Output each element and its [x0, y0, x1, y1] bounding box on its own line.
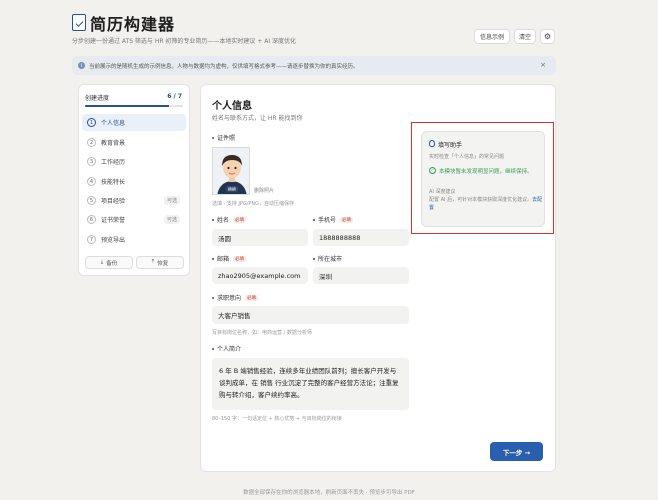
page-subtitle: 分步创建一份通过 ATS 筛选与 HR 初筛的专业简历——本地实时建议 + AI… [72, 38, 297, 45]
email-input[interactable]: zhao2905@example.com [212, 267, 308, 284]
footer-note: 数据全部保存在你的浏览器本地，刷新页面不丢失 · 预览步可导出 PDF [243, 490, 415, 496]
helper-title: 填写助手 [438, 142, 463, 149]
name-field-label: 姓名 必填 [212, 215, 247, 224]
backup-label: 备份 [106, 260, 118, 267]
next-step-button[interactable]: 下一步 → [490, 442, 543, 461]
id-photo[interactable]: 换换 [212, 147, 250, 195]
email-field-label: 邮箱 必填 [212, 254, 247, 263]
ai-suggestion-desc: 配置 AI 后，可针对本模块获取深度优化建议。去配置 [429, 196, 544, 212]
step-certificates[interactable]: 6 证书荣誉 可选 [82, 211, 186, 228]
delete-photo-link[interactable]: 删除照片 [254, 187, 274, 194]
bullet-dot [212, 347, 214, 350]
step-number: 7 [87, 235, 96, 244]
job-label-text: 求职意向 [217, 295, 242, 302]
section-subtitle: 姓名与联系方式，让 HR 能找到你 [212, 115, 303, 122]
name-label-text: 姓名 [217, 217, 230, 224]
bullet-dot [212, 218, 214, 221]
step-label: 教育背景 [101, 140, 126, 147]
bullet-dot [212, 296, 214, 299]
settings-button[interactable]: ⚙ [540, 29, 555, 44]
progress-title: 创建进度 [85, 95, 110, 102]
intro-hint: 80–150 字：一句话定位 + 核心优势 + 与目标岗位的衔接 [212, 416, 342, 422]
email-label-text: 邮箱 [217, 256, 230, 263]
bullet-dot [313, 218, 315, 221]
helper-ok-text: 本模块暂未发现明显问题，继续保持。 [439, 169, 533, 175]
step-number: 5 [87, 196, 96, 205]
photo-badge-text: 换换 [228, 186, 236, 192]
bullet-dot [212, 136, 214, 139]
job-intention-input[interactable]: 大客户销售 [212, 306, 409, 324]
section-title: 个人信息 [212, 101, 252, 112]
step-label: 个人信息 [101, 120, 126, 127]
photo-field-label: 证件照 [212, 133, 235, 142]
upload-icon: ⤒ [151, 259, 155, 265]
gear-icon: ⚙ [543, 32, 552, 41]
step-preview-export[interactable]: 7 预览导出 [82, 231, 186, 248]
step-personal-info[interactable]: 1 个人信息 [82, 114, 186, 131]
helper-subtitle: 实时检查「个人信息」的常见问题 [429, 154, 505, 160]
restore-label: 恢复 [157, 260, 169, 267]
resume-logo-icon [72, 14, 86, 31]
sample-notice: i 当前展示的是随机生成的示例信息。人物与数据均为虚构，仅供填写格式参考——请逐… [72, 56, 556, 75]
step-label: 证书荣誉 [101, 217, 126, 224]
sample-button[interactable]: 信息示例 [474, 29, 510, 44]
bullet-dot [212, 257, 214, 260]
check-circle-icon: ✓ [429, 167, 436, 174]
city-label-text: 所在城市 [318, 256, 343, 263]
ai-desc-text: 配置 AI 后，可针对本模块获取深度优化建议。 [429, 197, 533, 203]
step-work[interactable]: 3 工作经历 [82, 153, 186, 170]
step-number: 6 [87, 215, 96, 224]
bullet-dot [313, 257, 315, 260]
city-field-label: 所在城市 [313, 254, 342, 263]
close-icon[interactable]: × [540, 61, 546, 69]
step-label: 技能特长 [101, 179, 126, 186]
download-icon: ⤓ [100, 259, 104, 265]
city-input[interactable]: 深圳 [313, 267, 409, 284]
info-icon: i [78, 62, 85, 69]
required-badge: 必填 [245, 294, 259, 301]
step-label: 预览导出 [101, 237, 126, 244]
step-education[interactable]: 2 教育背景 [82, 134, 186, 151]
photo-hint: 选填 · 支持 JPG/PNG，自动压缩保存 [212, 201, 295, 207]
fill-helper-panel: 填写助手 实时检查「个人信息」的常见问题 ✓ 本模块暂未发现明显问题，继续保持。… [421, 131, 545, 227]
progress-sidebar: 创建进度 6 / 7 1 个人信息 2 教育背景 3 工作经历 4 技能特长 5… [78, 84, 190, 276]
step-skills[interactable]: 4 技能特长 [82, 173, 186, 190]
restore-button[interactable]: ⤒ 恢复 [136, 256, 184, 269]
required-badge: 必填 [233, 255, 247, 262]
progress-count: 6 / 7 [167, 93, 182, 100]
phone-field-label: 手机号 必填 [313, 215, 354, 224]
step-label: 工作经历 [101, 159, 126, 166]
avatar-illustration: 换换 [213, 148, 249, 194]
name-input[interactable]: 汤圆 [212, 229, 308, 246]
step-number: 4 [87, 177, 96, 186]
personal-info-card: 个人信息 姓名与联系方式，让 HR 能找到你 证件照 换换 删除照片 选填 · … [200, 84, 556, 472]
backup-button[interactable]: ⤓ 备份 [85, 256, 133, 269]
clear-button[interactable]: 清空 [514, 29, 536, 44]
step-number: 3 [87, 157, 96, 166]
required-badge: 必填 [233, 216, 247, 223]
step-number: 1 [87, 118, 96, 127]
page-title: 简历构建器 [90, 15, 176, 34]
required-badge: 必填 [340, 216, 354, 223]
step-label: 项目经验 [101, 198, 126, 205]
photo-label-text: 证件照 [217, 135, 236, 142]
optional-badge: 可选 [163, 215, 180, 224]
step-number: 2 [87, 138, 96, 147]
phone-label-text: 手机号 [318, 217, 337, 224]
intro-label-text: 个人简介 [217, 346, 242, 353]
progress-bar [85, 105, 183, 107]
optional-badge: 可选 [163, 196, 180, 205]
job-field-label: 求职意向 必填 [212, 293, 259, 302]
intro-field-label: 个人简介 [212, 344, 241, 353]
job-hint: 写目标岗位名称，如：电商运营 / 数据分析师 [212, 330, 312, 336]
notice-text: 当前展示的是随机生成的示例信息。人物与数据均为虚构，仅供填写格式参考——请逐步替… [89, 63, 359, 70]
phone-input[interactable]: 1888888888 [313, 229, 409, 246]
progress-bar-fill [85, 105, 169, 107]
ai-suggestion-title: AI 深度建议 [429, 189, 456, 195]
lightbulb-icon [429, 140, 435, 147]
intro-textarea[interactable]: 6 年 B 端销售经验，连续多年业绩团队前列；擅长客户开发与谈判成单，在 销售 … [212, 358, 409, 410]
step-projects[interactable]: 5 项目经验 可选 [82, 192, 186, 209]
